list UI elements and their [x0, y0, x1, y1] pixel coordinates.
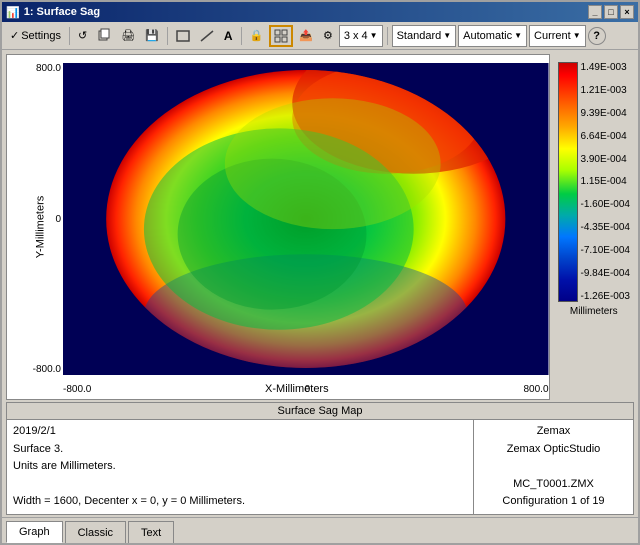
minimize-button[interactable]: _	[588, 5, 602, 19]
tab-classic[interactable]: Classic	[65, 521, 126, 543]
info-right-3: MC_T0001.ZMX	[482, 476, 625, 494]
info-right: Zemax Zemax OpticStudio MC_T0001.ZMX Con…	[473, 420, 633, 514]
legend-colorbar	[558, 62, 578, 302]
info-body: 2019/2/1 Surface 3. Units are Millimeter…	[7, 420, 633, 514]
colormap-svg	[63, 63, 549, 375]
tab-text[interactable]: Text	[128, 521, 174, 543]
legend-val-3: 6.64E-004	[581, 131, 630, 142]
title-bar-controls: _ □ ×	[588, 5, 634, 19]
save-button[interactable]: 💾	[141, 25, 163, 47]
settings2-icon: ⚙	[323, 29, 333, 42]
separator-3	[241, 27, 242, 45]
grid-dropdown-arrow: ▼	[370, 31, 378, 40]
current-dropdown-label: Current	[534, 30, 571, 42]
legend-val-10: -1.26E-003	[581, 291, 630, 302]
line-icon	[200, 29, 214, 43]
close-button[interactable]: ×	[620, 5, 634, 19]
maximize-button[interactable]: □	[604, 5, 618, 19]
copy-button[interactable]	[93, 25, 115, 47]
x-tick-2: 800.0	[523, 384, 548, 395]
current-dropdown-arrow: ▼	[573, 31, 581, 40]
title-bar: 📊 1: Surface Sag _ □ ×	[2, 2, 638, 22]
plot-container: Y-Millimeters 800.0 0 -800.0	[6, 54, 550, 400]
legend-val-1: 1.21E-003	[581, 85, 630, 96]
y-tick-0: 800.0	[23, 63, 61, 74]
info-left: 2019/2/1 Surface 3. Units are Millimeter…	[7, 420, 473, 514]
separator-4	[387, 27, 388, 45]
settings-button[interactable]: ✓ Settings	[6, 25, 65, 47]
y-axis-label: Y-Millimeters	[34, 196, 46, 259]
info-line-3	[13, 476, 467, 494]
info-line-4: Width = 1600, Decenter x = 0, y = 0 Mill…	[13, 493, 467, 511]
info-right-1: Zemax OpticStudio	[482, 441, 625, 459]
info-line-1: Surface 3.	[13, 441, 467, 459]
x-tick-0: -800.0	[63, 384, 91, 395]
copy-icon	[97, 27, 111, 44]
rect-icon	[176, 29, 190, 43]
automatic-dropdown-arrow: ▼	[514, 31, 522, 40]
legend-val-5: 1.15E-004	[581, 176, 630, 187]
legend-val-8: -7.10E-004	[581, 245, 630, 256]
line-tool[interactable]	[196, 25, 218, 47]
check-icon: ✓	[10, 29, 19, 42]
color-legend: 1.49E-003 1.21E-003 9.39E-004 6.64E-004 …	[554, 54, 634, 400]
bottom-tabs: Graph Classic Text	[2, 517, 638, 543]
settings2-button[interactable]: ⚙	[319, 25, 337, 47]
separator-2	[167, 27, 168, 45]
info-header: Surface Sag Map	[7, 403, 633, 420]
title-bar-left: 📊 1: Surface Sag	[6, 6, 100, 19]
refresh-button[interactable]: ↺	[74, 25, 91, 47]
tab-graph[interactable]: Graph	[6, 521, 63, 543]
info-line-0: 2019/2/1	[13, 423, 467, 441]
tab-classic-label: Classic	[78, 527, 113, 539]
help-button[interactable]: ?	[588, 27, 606, 45]
tab-graph-label: Graph	[19, 526, 50, 538]
legend-val-2: 9.39E-004	[581, 108, 630, 119]
rect-tool[interactable]	[172, 25, 194, 47]
legend-val-0: 1.49E-003	[581, 62, 630, 73]
tab-text-label: Text	[141, 527, 161, 539]
current-dropdown[interactable]: Current ▼	[529, 25, 586, 47]
window-icon: 📊	[6, 6, 20, 19]
legend-val-4: 3.90E-004	[581, 154, 630, 165]
colormap-area	[63, 63, 549, 375]
legend-val-6: -1.60E-004	[581, 199, 630, 210]
info-panel: Surface Sag Map 2019/2/1 Surface 3. Unit…	[6, 402, 634, 515]
standard-dropdown-arrow: ▼	[443, 31, 451, 40]
text-tool[interactable]: A	[220, 25, 237, 47]
print-button[interactable]: 🖨	[117, 25, 139, 47]
legend-value-labels: 1.49E-003 1.21E-003 9.39E-004 6.64E-004 …	[581, 62, 630, 302]
y-tick-4: -800.0	[23, 364, 61, 375]
standard-dropdown[interactable]: Standard ▼	[392, 25, 457, 47]
automatic-dropdown-label: Automatic	[463, 30, 512, 42]
save-icon: 💾	[145, 29, 159, 42]
text-tool-icon: A	[224, 29, 233, 43]
print-icon: 🖨	[121, 29, 135, 42]
help-icon: ?	[593, 30, 600, 42]
main-window: 📊 1: Surface Sag _ □ × ✓ Settings ↺ 🖨 💾	[0, 0, 640, 545]
lock-icon: 🔒	[250, 29, 264, 42]
info-right-0: Zemax	[482, 423, 625, 441]
separator-1	[69, 27, 70, 45]
legend-val-9: -9.84E-004	[581, 268, 630, 279]
legend-unit: Millimeters	[558, 306, 630, 317]
window-title: 1: Surface Sag	[24, 6, 100, 18]
refresh-icon: ↺	[78, 29, 87, 42]
info-right-4: Configuration 1 of 19	[482, 493, 625, 511]
legend-val-7: -4.35E-004	[581, 222, 630, 233]
grid-dropdown[interactable]: 3 x 4 ▼	[339, 25, 383, 47]
automatic-dropdown[interactable]: Automatic ▼	[458, 25, 527, 47]
lock-button[interactable]: 🔒	[246, 25, 268, 47]
info-right-2	[482, 458, 625, 476]
x-axis-label: X-Millimeters	[265, 383, 329, 395]
grid-button[interactable]	[269, 25, 293, 47]
info-line-2: Units are Millimeters.	[13, 458, 467, 476]
grid-dropdown-label: 3 x 4	[344, 30, 368, 42]
toolbar: ✓ Settings ↺ 🖨 💾 A �	[2, 22, 638, 50]
export-icon: 📤	[299, 29, 313, 42]
grid-icon	[274, 29, 288, 43]
settings-label: Settings	[21, 30, 61, 42]
export-button[interactable]: 📤	[295, 25, 317, 47]
standard-dropdown-label: Standard	[397, 30, 442, 42]
